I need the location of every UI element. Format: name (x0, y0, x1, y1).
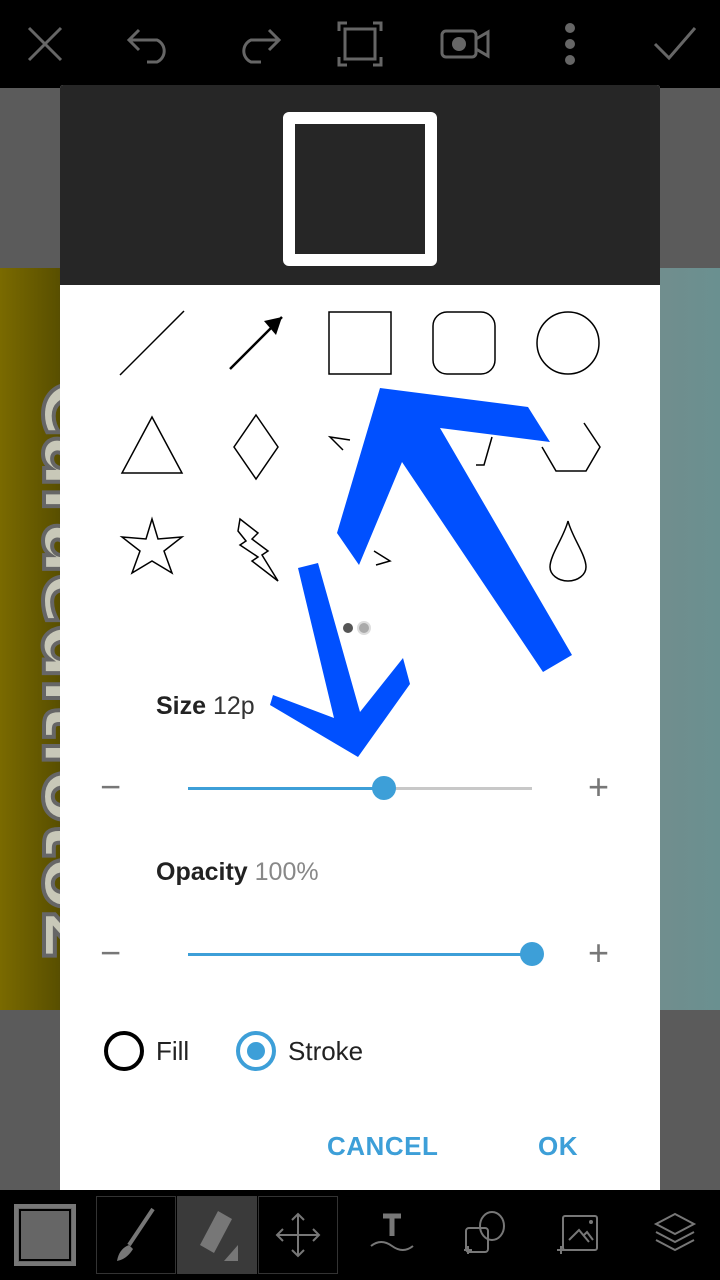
size-slider-fill (188, 787, 385, 790)
more-vert-icon[interactable] (540, 14, 600, 74)
opacity-label: Opacity 100% (156, 858, 319, 886)
size-plus-button[interactable]: + (588, 769, 609, 805)
redo-icon[interactable] (228, 14, 288, 74)
eraser-icon[interactable] (177, 1196, 257, 1274)
size-slider[interactable] (188, 776, 532, 800)
opacity-plus-button[interactable]: + (588, 935, 609, 971)
size-slider-thumb[interactable] (372, 776, 397, 800)
crop-frame-icon[interactable] (330, 14, 390, 74)
text-icon[interactable] (352, 1196, 432, 1274)
shape-rectangle-icon[interactable] (424, 407, 504, 487)
shape-lightning-icon[interactable] (216, 511, 296, 591)
add-photo-icon[interactable] (540, 1196, 620, 1274)
close-icon[interactable] (15, 14, 75, 74)
ok-button[interactable]: OK (538, 1131, 578, 1162)
shape-dialog: Size 12p − + Opacity 100% − + Fill Strok… (60, 85, 660, 1193)
shape-triangle-icon[interactable] (112, 407, 192, 487)
shape-diamond-icon[interactable] (216, 407, 296, 487)
layers-icon[interactable] (635, 1196, 715, 1274)
page-indicator (343, 623, 369, 633)
brush-icon[interactable] (96, 1196, 176, 1274)
shape-square-icon[interactable] (320, 303, 400, 383)
shape-blob-icon[interactable] (424, 511, 504, 591)
shape-circle-icon[interactable] (528, 303, 608, 383)
stroke-label[interactable]: Stroke (288, 1036, 363, 1067)
add-shape-icon[interactable] (445, 1196, 525, 1274)
shape-speech-bubble-icon[interactable] (320, 511, 400, 591)
shape-preview (60, 85, 660, 285)
stroke-radio[interactable] (236, 1031, 276, 1071)
fill-radio[interactable] (104, 1031, 144, 1071)
video-record-icon[interactable] (435, 14, 495, 74)
size-label: Size 12p (156, 692, 255, 720)
undo-icon[interactable] (120, 14, 180, 74)
shape-drop-icon[interactable] (528, 511, 608, 591)
fill-label[interactable]: Fill (156, 1036, 189, 1067)
shape-star-icon[interactable] (112, 511, 192, 591)
shape-hexagon-icon[interactable] (528, 407, 608, 487)
shape-line-icon[interactable] (112, 303, 192, 383)
bottom-toolbar (0, 1190, 720, 1280)
size-value: 12p (212, 692, 255, 720)
color-swatch-icon[interactable] (5, 1196, 85, 1274)
opacity-slider-thumb[interactable] (520, 942, 544, 966)
opacity-slider-fill (188, 953, 532, 956)
preview-square (283, 112, 437, 266)
shape-rounded-square-icon[interactable] (424, 303, 504, 383)
cancel-button[interactable]: CANCEL (327, 1131, 438, 1162)
page-dot-active[interactable] (343, 623, 353, 633)
move-icon[interactable] (258, 1196, 338, 1274)
opacity-value: 100% (254, 858, 319, 886)
page-dot[interactable] (359, 623, 369, 633)
opacity-minus-button[interactable]: − (100, 935, 121, 971)
check-icon[interactable] (645, 14, 705, 74)
shape-pentagon-icon[interactable] (320, 407, 400, 487)
opacity-slider[interactable] (188, 942, 544, 966)
size-minus-button[interactable]: − (100, 769, 121, 805)
shape-arrow-icon[interactable] (216, 303, 296, 383)
top-toolbar (0, 0, 720, 88)
